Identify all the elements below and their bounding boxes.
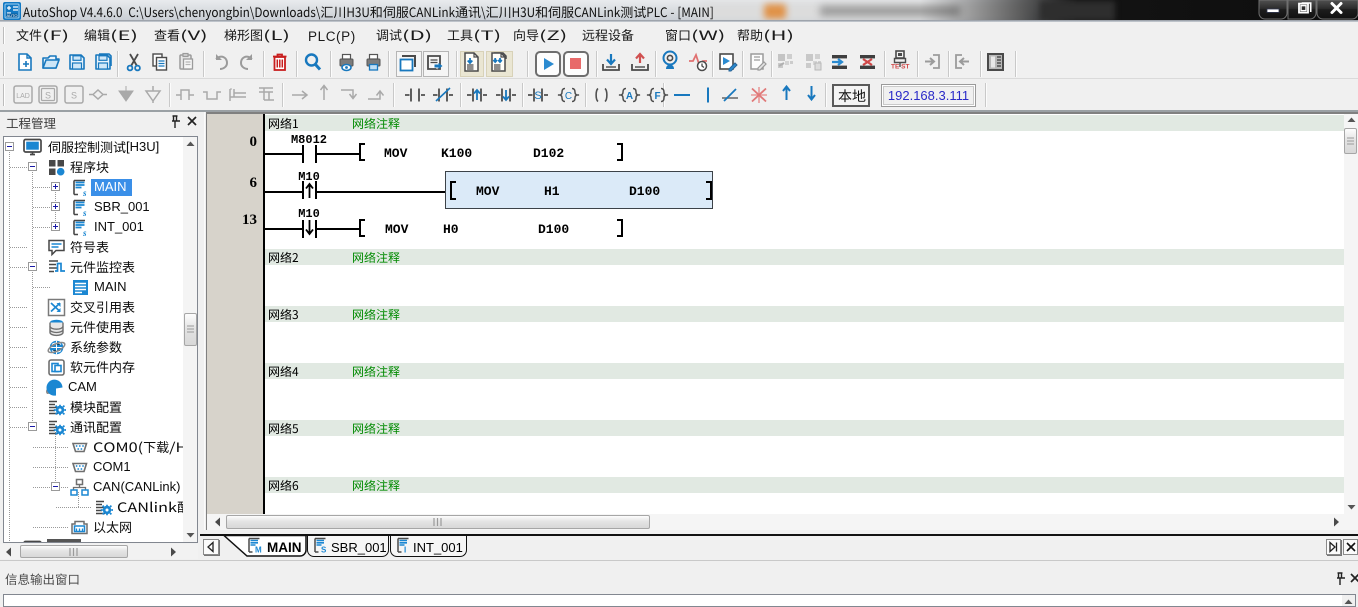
svg-text:A: A bbox=[626, 91, 633, 102]
svg-text:LAD: LAD bbox=[16, 93, 30, 100]
svg-text:I: I bbox=[404, 546, 406, 555]
svg-text:S: S bbox=[71, 91, 77, 101]
svg-text:s: s bbox=[82, 228, 87, 237]
svg-text:AUTO: AUTO bbox=[6, 13, 17, 18]
svg-text:C: C bbox=[565, 91, 572, 102]
svg-text:F: F bbox=[654, 91, 660, 102]
svg-text:s: s bbox=[82, 188, 87, 197]
svg-text:s: s bbox=[82, 208, 87, 217]
svg-text:S: S bbox=[45, 91, 51, 101]
svg-text:S: S bbox=[321, 546, 327, 555]
svg-text:TE ST: TE ST bbox=[891, 64, 909, 71]
svg-text:M: M bbox=[255, 546, 262, 555]
svg-text:S: S bbox=[534, 90, 541, 102]
